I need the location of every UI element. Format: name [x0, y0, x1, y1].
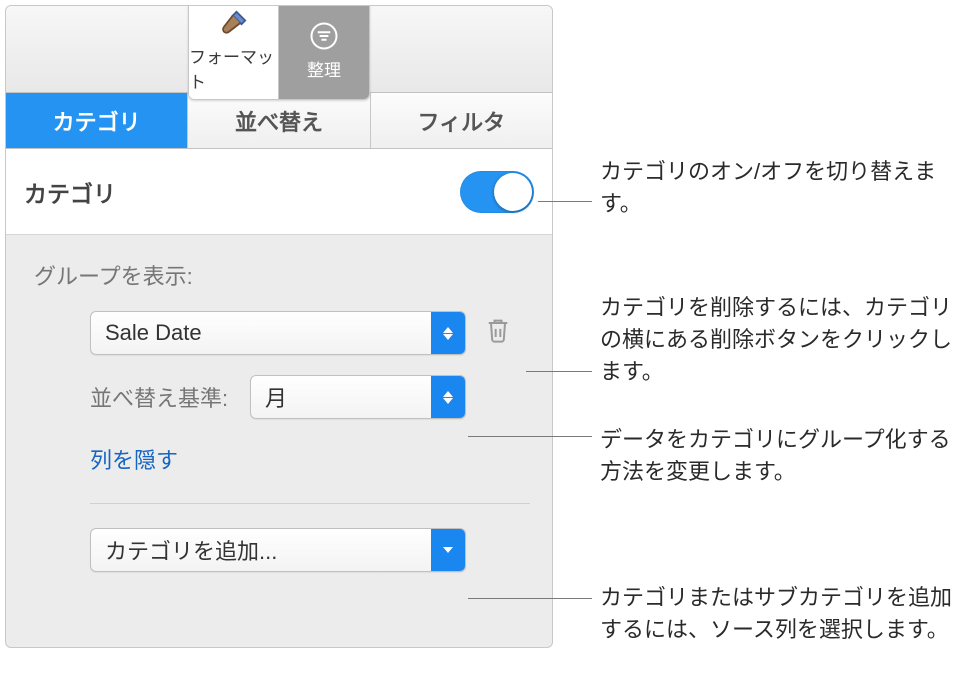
tab-category[interactable]: カテゴリ — [6, 93, 188, 148]
source-column-value: Sale Date — [91, 320, 202, 346]
callout-add: カテゴリまたはサブカテゴリを追加するには、ソース列を選択します。 — [600, 582, 960, 646]
callout-delete: カテゴリを削除するには、カテゴリの横にある削除ボタンをクリックします。 — [600, 292, 960, 388]
section-title: カテゴリ — [24, 175, 116, 209]
leader-line — [538, 201, 592, 202]
format-button[interactable]: フォーマット — [189, 5, 279, 99]
separator — [90, 503, 530, 504]
category-enable-row: カテゴリ — [6, 149, 552, 235]
category-content: グループを表示: Sale Date 並べ替え基準: 月 — [6, 235, 552, 572]
popup-stepper-icon — [431, 376, 465, 418]
toolbar: フォーマット 整理 — [6, 6, 552, 93]
groups-label: グループを表示: — [34, 259, 534, 291]
paintbrush-icon — [219, 5, 249, 41]
sortby-label: 並べ替え基準: — [90, 381, 250, 413]
add-category-popup[interactable]: カテゴリを追加... — [90, 528, 466, 572]
toggle-knob — [494, 173, 532, 211]
tab-bar: カテゴリ 並べ替え フィルタ — [6, 93, 552, 149]
popup-stepper-icon — [431, 312, 465, 354]
inspector-panel: フォーマット 整理 カテゴリ 並べ替え フィルタ カテゴリ グルー — [5, 5, 553, 648]
hide-column-link[interactable]: 列を隠す — [90, 443, 178, 475]
organize-label: 整理 — [307, 54, 341, 87]
leader-line — [526, 371, 592, 372]
callout-group: データをカテゴリにグループ化する方法を変更します。 — [600, 424, 960, 488]
add-category-label: カテゴリを追加... — [91, 534, 277, 566]
tab-filter[interactable]: フィルタ — [371, 93, 552, 148]
trash-icon[interactable] — [484, 315, 512, 351]
category-toggle[interactable] — [460, 171, 534, 213]
format-label: フォーマット — [189, 41, 278, 99]
organize-icon — [309, 18, 339, 54]
organize-button[interactable]: 整理 — [279, 5, 369, 99]
sortby-value: 月 — [251, 381, 287, 413]
leader-line — [468, 436, 592, 437]
sortby-popup[interactable]: 月 — [250, 375, 466, 419]
leader-line — [468, 598, 592, 599]
source-column-popup[interactable]: Sale Date — [90, 311, 466, 355]
callout-toggle: カテゴリのオン/オフを切り替えます。 — [600, 156, 960, 220]
toolbar-segment: フォーマット 整理 — [188, 5, 370, 100]
chevron-down-icon — [431, 529, 465, 571]
tab-sort[interactable]: 並べ替え — [188, 93, 370, 148]
